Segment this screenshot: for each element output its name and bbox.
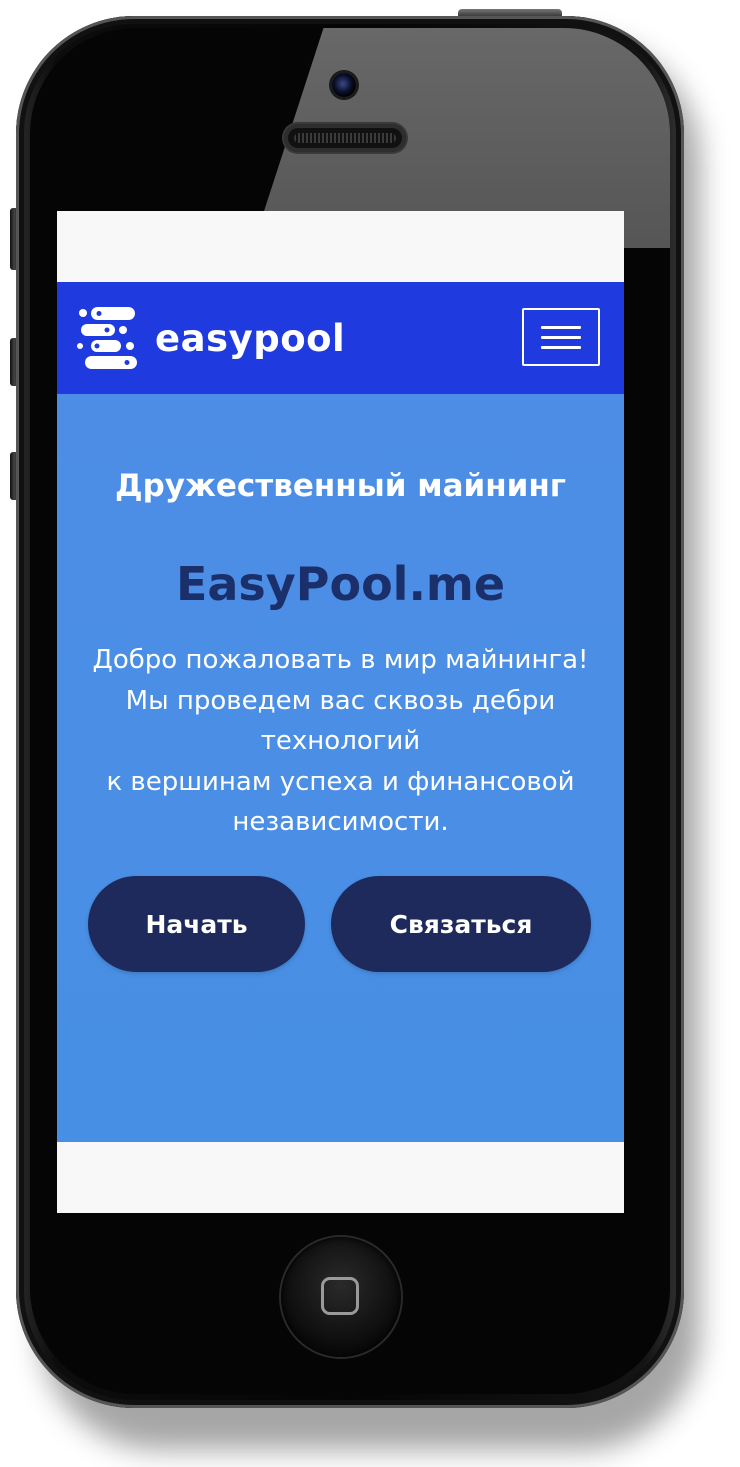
hero-section: Дружественный майнинг EasyPool.me Добро … <box>57 394 624 1142</box>
device-mockup: easypool Дружественный майнинг EasyPool.… <box>0 0 740 1467</box>
navbar: easypool <box>57 282 624 394</box>
hero-text-line: технологий <box>260 726 421 756</box>
hero-title: EasyPool.me <box>175 557 506 611</box>
contact-button[interactable]: Связаться <box>331 876 591 972</box>
hamburger-menu-button[interactable] <box>522 308 600 366</box>
home-square-icon <box>321 1277 359 1315</box>
hero-text-line: к вершинам успеха и финансовой <box>106 766 575 797</box>
hamburger-line <box>541 345 581 349</box>
earpiece-speaker-icon <box>284 124 406 152</box>
hero-text-line: Мы проведем вас сквозь дебри <box>125 685 556 716</box>
brand-logo[interactable]: easypool <box>77 302 345 374</box>
hero-text-line: независимости. <box>232 807 449 837</box>
hero-description: Добро пожаловать в мир майнинга! Мы пров… <box>57 640 624 843</box>
phone-screen: easypool Дружественный майнинг EasyPool.… <box>57 211 624 1213</box>
easypool-logo-icon <box>77 303 147 373</box>
front-camera-icon <box>332 73 356 97</box>
hero-text-line: Добро пожаловать в мир майнинга! <box>92 645 589 675</box>
hero-subtitle: Дружественный майнинг <box>115 468 566 504</box>
home-button-icon[interactable] <box>281 1237 401 1357</box>
hamburger-line <box>541 335 581 339</box>
start-button[interactable]: Начать <box>88 876 305 972</box>
hamburger-menu-icon <box>541 325 581 329</box>
brand-name: easypool <box>155 316 346 360</box>
